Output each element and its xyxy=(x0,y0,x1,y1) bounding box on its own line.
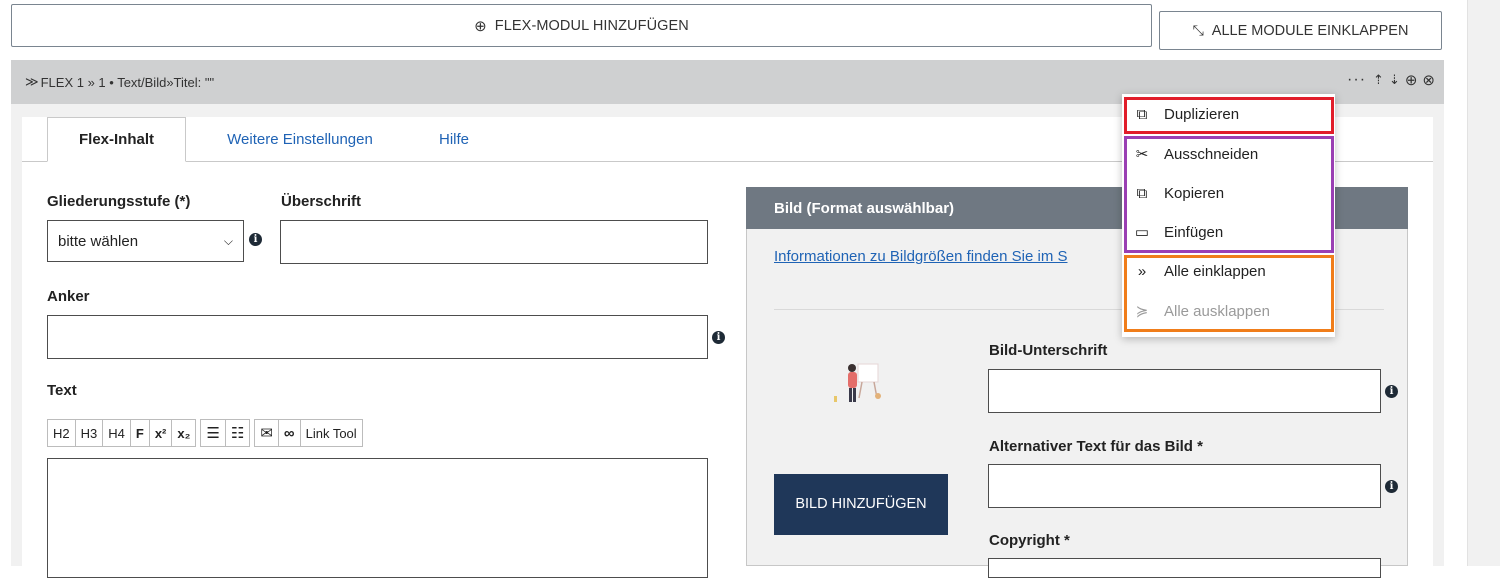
text-label: Text xyxy=(47,382,77,399)
menu-item-alle-ausklappen: ≽ Alle ausklappen xyxy=(1132,299,1270,323)
module-title: FLEX 1 » 1 • Text/Bild»Titel: "" xyxy=(40,74,215,90)
subscript-button[interactable]: x₂ xyxy=(172,420,195,446)
copyright-label: Copyright * xyxy=(989,532,1070,549)
menu-item-label: Ausschneiden xyxy=(1164,145,1259,163)
link-tool-button[interactable]: Link Tool xyxy=(301,420,362,446)
alt-text-label: Alternativer Text für das Bild * xyxy=(989,438,1203,455)
add-flex-module-button[interactable]: ⊕ FLEX-MODUL HINZUFÜGEN xyxy=(11,4,1152,47)
ueberschrift-label: Überschrift xyxy=(281,193,362,210)
h3-button[interactable]: H3 xyxy=(76,420,104,446)
menu-item-ausschneiden[interactable]: ✂ Ausschneiden xyxy=(1132,142,1259,166)
double-chevron-right-icon: » xyxy=(1137,262,1147,280)
menu-item-label: Alle einklappen xyxy=(1164,262,1266,280)
gliederungsstufe-value: bitte wählen xyxy=(58,232,139,250)
image-size-info-link[interactable]: Informationen zu Bildgrößen finden Sie i… xyxy=(774,248,1104,265)
list-group: ☰ ☷ xyxy=(200,419,251,447)
image-placeholder-illustration xyxy=(834,363,881,402)
move-up-icon[interactable]: ⇡ xyxy=(1373,72,1384,88)
ueberschrift-input[interactable] xyxy=(280,220,708,264)
info-icon[interactable]: i xyxy=(712,331,725,344)
scissors-icon: ✂ xyxy=(1135,146,1149,163)
numbered-list-icon[interactable]: ☷ xyxy=(226,420,249,446)
caption-input[interactable] xyxy=(988,369,1381,413)
h2-button[interactable]: H2 xyxy=(48,420,76,446)
heading-group: H2 H3 H4 F x² x₂ xyxy=(47,419,197,447)
double-chevron-down-icon: ≽ xyxy=(1135,303,1149,320)
tab-weitere-einstellungen[interactable]: Weitere Einstellungen xyxy=(200,117,400,162)
gliederungsstufe-select[interactable]: bitte wählen ⌵ xyxy=(47,220,244,262)
bold-button[interactable]: F xyxy=(131,420,150,446)
menu-item-label: Duplizieren xyxy=(1164,105,1240,123)
info-icon[interactable]: i xyxy=(249,233,262,246)
collapse-all-modules-button[interactable]: ⤡ ALLE MODULE EINKLAPPEN xyxy=(1159,11,1442,50)
scrollbar-track[interactable] xyxy=(1467,0,1500,566)
duplicate-icon: ⧉ xyxy=(1136,105,1148,123)
menu-item-label: Einfügen xyxy=(1164,223,1224,241)
collapse-all-label: ALLE MODULE EINKLAPPEN xyxy=(1211,22,1409,39)
collapse-arrows-icon: ⤡ xyxy=(1192,22,1204,38)
gliederungsstufe-label: Gliederungsstufe (*) xyxy=(47,193,191,210)
tab-hilfe[interactable]: Hilfe xyxy=(420,117,488,162)
anker-input[interactable] xyxy=(47,315,708,359)
menu-item-label: Alle ausklappen xyxy=(1164,302,1270,320)
bullet-list-icon[interactable]: ☰ xyxy=(201,420,226,446)
menu-item-kopieren[interactable]: ⧉ Kopieren xyxy=(1132,181,1224,205)
collapse-chevron-icon[interactable]: ≫ xyxy=(25,74,39,90)
menu-item-label: Kopieren xyxy=(1164,184,1225,202)
chevron-down-icon: ⌵ xyxy=(223,233,233,248)
link-group: ✉ ∞ Link Tool xyxy=(254,419,363,447)
plus-circle-icon: ⊕ xyxy=(474,17,487,35)
editor-toolbar: H2 H3 H4 F x² x₂ ☰ ☷ ✉ ∞ Link Tool xyxy=(47,419,363,447)
more-options-icon[interactable]: ··· xyxy=(1347,71,1366,89)
module-actions: ··· ⇡ ⇣ ⊕ ⊗ xyxy=(1347,71,1435,89)
tab-flex-inhalt[interactable]: Flex-Inhalt xyxy=(47,117,186,162)
anker-label: Anker xyxy=(47,288,90,305)
copy-icon: ⧉ xyxy=(1136,184,1148,202)
move-down-icon[interactable]: ⇣ xyxy=(1389,72,1400,88)
h4-button[interactable]: H4 xyxy=(103,420,131,446)
menu-item-einfuegen[interactable]: ▭ Einfügen xyxy=(1132,220,1223,244)
email-icon[interactable]: ✉ xyxy=(255,420,279,446)
info-icon[interactable]: i xyxy=(1385,385,1398,398)
add-flex-module-label: FLEX-MODUL HINZUFÜGEN xyxy=(494,17,689,34)
menu-item-duplizieren[interactable]: ⧉ Duplizieren xyxy=(1132,102,1239,126)
text-editor-area[interactable] xyxy=(47,458,708,578)
superscript-button[interactable]: x² xyxy=(150,420,173,446)
menu-item-alle-einklappen[interactable]: » Alle einklappen xyxy=(1132,259,1266,283)
info-icon[interactable]: i xyxy=(1385,480,1398,493)
alt-text-input[interactable] xyxy=(988,464,1381,508)
add-image-button[interactable]: BILD HINZUFÜGEN xyxy=(774,474,948,535)
link-icon[interactable]: ∞ xyxy=(279,420,301,446)
copyright-input[interactable] xyxy=(988,558,1381,578)
remove-module-icon[interactable]: ⊗ xyxy=(1422,71,1435,89)
paste-icon: ▭ xyxy=(1134,224,1150,241)
caption-label: Bild-Unterschrift xyxy=(989,342,1108,359)
add-module-icon[interactable]: ⊕ xyxy=(1405,71,1418,89)
